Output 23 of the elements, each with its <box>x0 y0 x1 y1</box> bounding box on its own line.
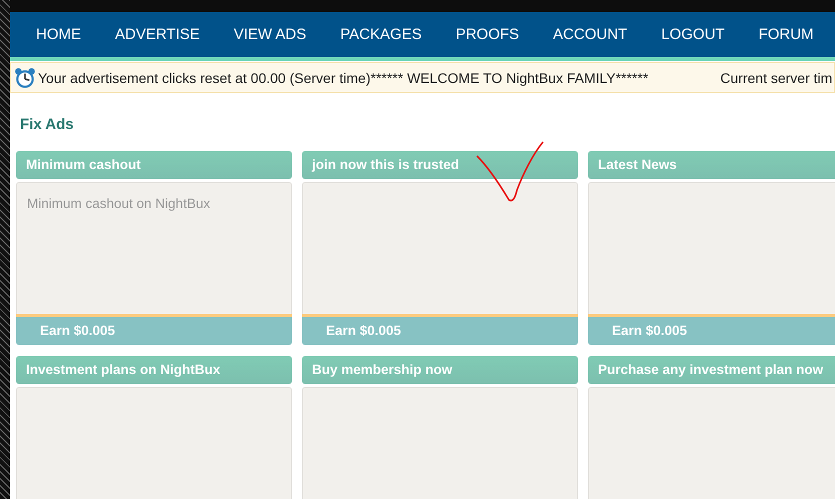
nav-link[interactable]: PROOFS <box>438 26 536 43</box>
ad-title-bar[interactable]: join now this is trusted <box>302 151 578 179</box>
check-mark-drawing <box>476 142 544 202</box>
nav-link[interactable]: ACCOUNT <box>536 26 644 43</box>
ad-title-bar[interactable]: Buy membership now <box>302 356 578 384</box>
nav-link[interactable]: PACKAGES <box>323 26 439 43</box>
nav-link[interactable]: FORUM <box>742 26 831 43</box>
nav-link[interactable]: VIEW ADS <box>216 26 324 43</box>
alarm-clock-icon <box>14 66 36 88</box>
nav-link[interactable]: LOGOUT <box>644 26 742 43</box>
section-title: Fix Ads <box>19 115 75 135</box>
ad-title-bar[interactable]: Latest News <box>588 151 835 179</box>
ad-title-bar[interactable]: Purchase any investment plan now <box>588 356 835 384</box>
notice-text: Your advertisement clicks reset at 00.00 (Server time)****** WELCOME TO NightBux FAMILY****** <box>38 70 648 86</box>
nav-link[interactable]: ADVERTISE <box>98 26 217 43</box>
ad-description: Minimum cashout on NightBux <box>27 196 210 211</box>
earn-bar[interactable]: Earn $0.005 <box>16 314 292 345</box>
earn-bar[interactable]: Earn $0.005 <box>588 314 835 345</box>
earn-bar[interactable]: Earn $0.005 <box>302 314 578 345</box>
server-time-text: Current server tim <box>720 70 832 86</box>
ad-title-bar[interactable]: Minimum cashout <box>16 151 292 179</box>
nav-link[interactable]: HOME <box>19 26 98 43</box>
ad-title-bar[interactable]: Investment plans on NightBux <box>16 356 292 384</box>
